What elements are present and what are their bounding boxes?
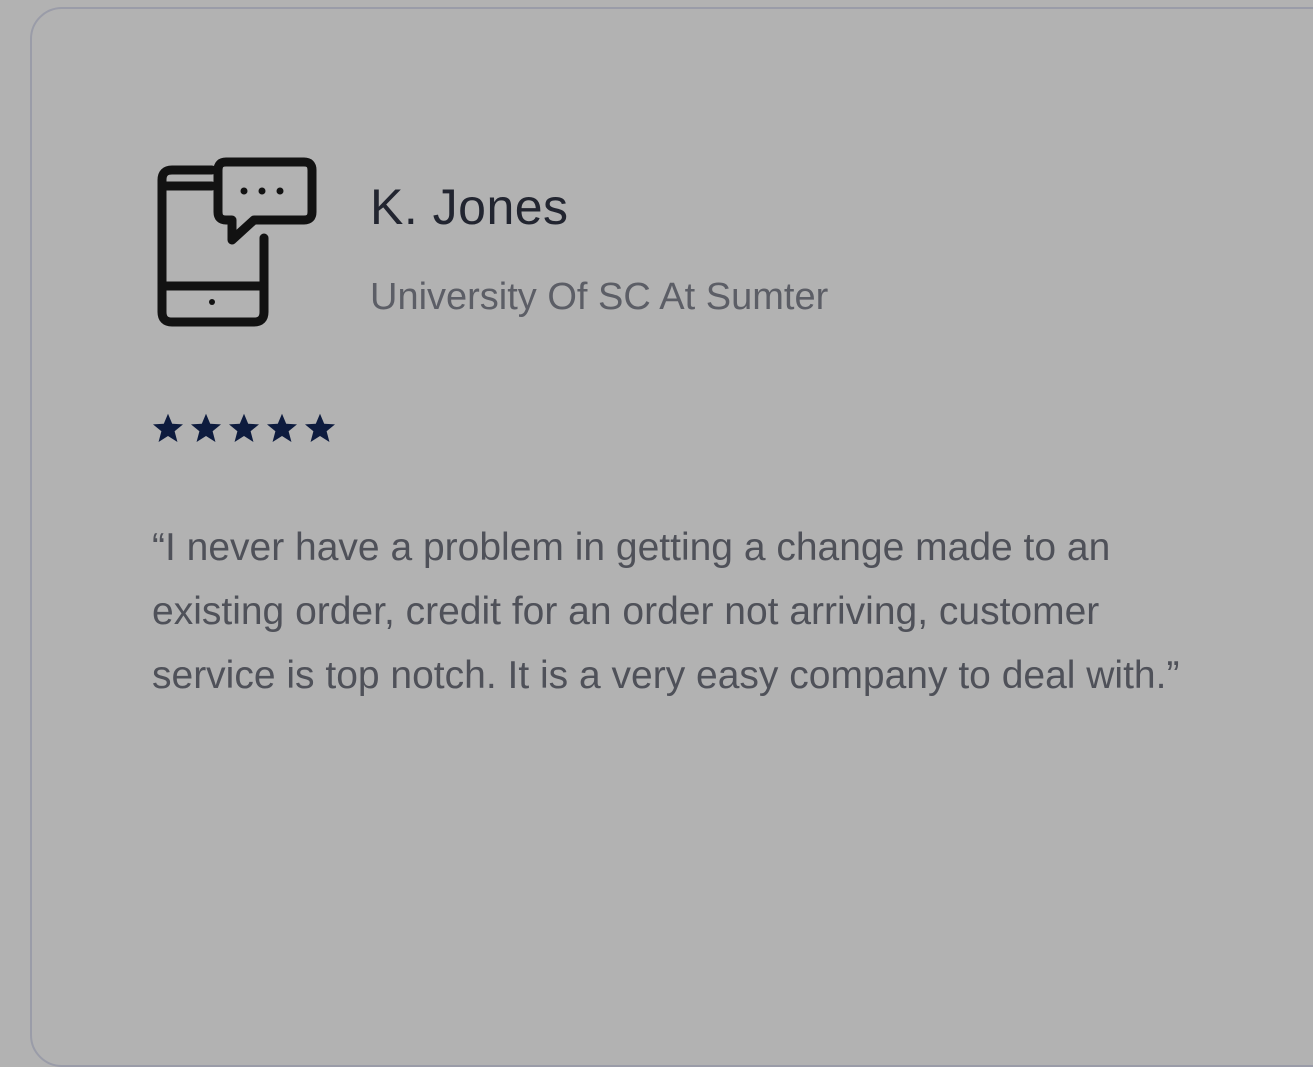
mobile-chat-icon [157,157,317,327]
star-icon [191,413,221,442]
star-icon [267,413,297,442]
star-icon [229,413,259,442]
star-icon [153,413,183,442]
author-name: K. Jones [370,179,569,235]
testimonial-quote: “I never have a problem in getting a cha… [152,526,1180,697]
star-rating [150,410,338,446]
author-organization: University Of SC At Sumter [370,276,829,318]
star-icon [305,413,335,442]
